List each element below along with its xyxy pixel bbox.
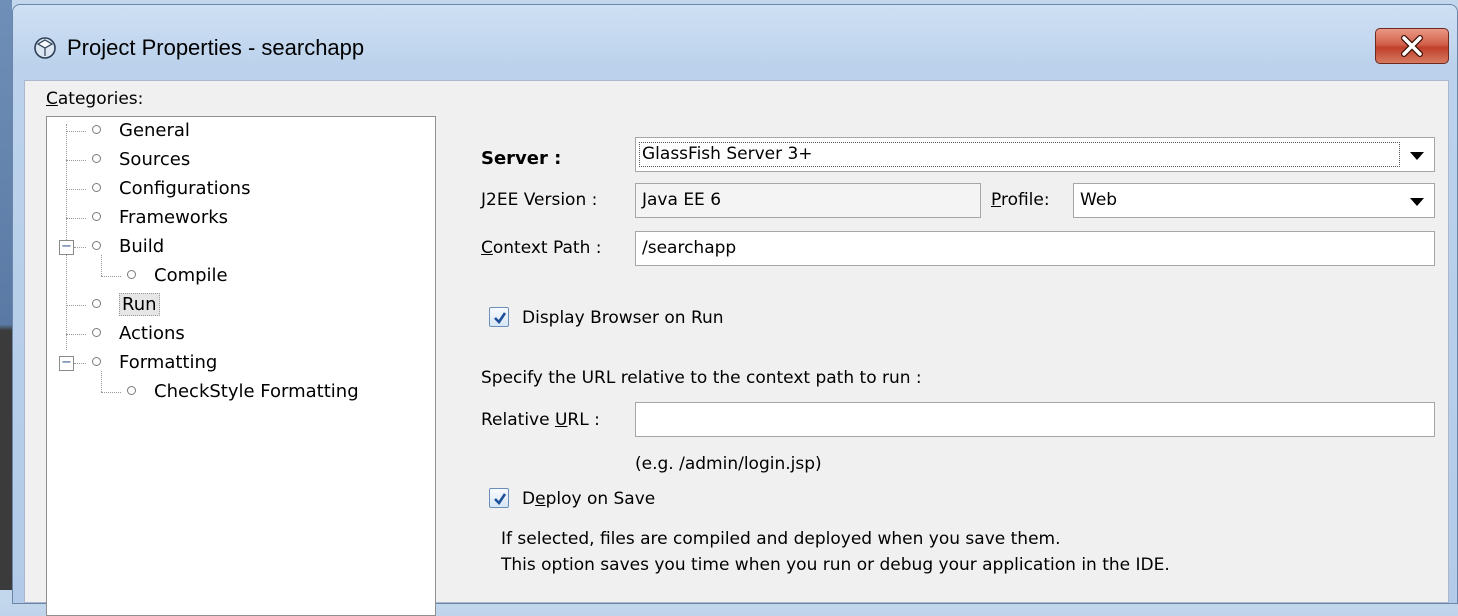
tree-connector [66, 189, 86, 190]
node-icon [92, 240, 101, 250]
tree-connector [66, 124, 67, 350]
collapse-formatting-toggle[interactable]: − [59, 356, 74, 371]
category-label: Build [119, 236, 165, 257]
profile-label: Profile: [991, 190, 1050, 210]
display-browser-label[interactable]: Display Browser on Run [522, 308, 724, 328]
deploy-label-pre: D [522, 489, 536, 509]
category-label: Configurations [119, 178, 251, 199]
category-general[interactable]: General [92, 117, 190, 145]
categories-tree[interactable]: − − General Sources Configurations Frame… [46, 116, 436, 616]
category-frameworks[interactable]: Frameworks [92, 204, 228, 232]
deploy-note-line1: If selected, files are compiled and depl… [501, 529, 1061, 549]
node-icon [92, 153, 101, 163]
relative-url-example: (e.g. /admin/login.jsp) [635, 454, 822, 474]
context-path-label: Context Path : [481, 238, 601, 258]
tree-connector [66, 131, 86, 132]
tree-connector [101, 392, 121, 393]
category-label: Run [119, 293, 160, 316]
relative-url-label-post: RL : [567, 410, 600, 430]
context-label-text: ontext Path : [492, 238, 602, 258]
tree-connector [66, 334, 86, 335]
category-build[interactable]: Build [92, 233, 164, 261]
category-compile[interactable]: Compile [127, 262, 228, 290]
tree-connector [66, 305, 86, 306]
close-button[interactable] [1375, 28, 1449, 64]
category-label: CheckStyle Formatting [154, 381, 359, 402]
node-icon [92, 298, 101, 308]
relative-url-label: Relative URL : [481, 410, 600, 430]
categories-mnemonic: C [46, 89, 58, 109]
node-icon [92, 182, 101, 192]
cube-icon [34, 37, 56, 59]
checkmark-icon [494, 312, 507, 325]
tree-connector [66, 218, 86, 219]
category-run[interactable]: Run [92, 291, 160, 319]
chevron-down-icon [1410, 198, 1424, 206]
tree-connector [101, 276, 121, 277]
window-title: Project Properties - searchapp [67, 35, 365, 60]
dialog-content: Categories: − − General Sources Configur… [24, 80, 1449, 616]
category-actions[interactable]: Actions [92, 320, 185, 348]
collapse-build-toggle[interactable]: − [59, 240, 74, 255]
category-sources[interactable]: Sources [92, 146, 190, 174]
relative-url-input[interactable] [635, 402, 1435, 437]
node-icon [127, 269, 136, 279]
category-label: Sources [119, 149, 191, 170]
deploy-on-save-checkbox[interactable] [489, 488, 509, 508]
relative-url-mnemonic: U [554, 410, 568, 430]
node-icon [127, 385, 136, 395]
profile-label-text: rofile: [1000, 190, 1050, 210]
category-label: General [119, 120, 190, 141]
close-icon [1401, 35, 1423, 57]
node-icon [92, 356, 101, 366]
context-path-input[interactable]: /searchapp [635, 231, 1435, 266]
deploy-note-line2: This option saves you time when you run … [501, 555, 1170, 575]
server-select[interactable]: GlassFish Server 3+ [635, 137, 1435, 172]
category-configurations[interactable]: Configurations [92, 175, 250, 203]
j2ee-version-label: J2EE Version : [481, 190, 598, 210]
category-checkstyle-formatting[interactable]: CheckStyle Formatting [127, 378, 359, 406]
chevron-down-icon [1410, 152, 1424, 160]
deploy-label-post: ploy on Save [545, 489, 656, 509]
node-icon [92, 327, 101, 337]
display-browser-checkbox[interactable] [489, 307, 509, 327]
category-label: Frameworks [119, 207, 229, 228]
tree-connector [66, 160, 86, 161]
node-icon [92, 124, 101, 134]
specify-url-text: Specify the URL relative to the context … [481, 368, 922, 388]
tree-connector [74, 247, 86, 248]
focus-indicator [639, 142, 1400, 167]
category-label: Formatting [119, 352, 218, 373]
profile-select[interactable]: Web [1073, 183, 1435, 218]
category-label: Compile [154, 265, 228, 286]
project-properties-dialog: Project Properties - searchapp Categorie… [12, 4, 1458, 616]
server-label: Server : [481, 148, 562, 169]
node-icon [92, 211, 101, 221]
category-formatting[interactable]: Formatting [92, 349, 217, 377]
relative-url-label-pre: Relative [481, 410, 555, 430]
profile-value: Web [1080, 190, 1118, 210]
deploy-mnemonic: e [535, 489, 546, 509]
desktop-backdrop [0, 0, 12, 590]
deploy-on-save-label[interactable]: Deploy on Save [522, 489, 655, 509]
j2ee-version-field: Java EE 6 [635, 183, 981, 218]
context-mnemonic: C [481, 238, 493, 258]
checkmark-icon [494, 493, 507, 506]
categories-label: Categories: [46, 89, 143, 109]
tree-connector [74, 363, 86, 364]
category-label: Actions [119, 323, 185, 344]
categories-label-text: ategories: [57, 89, 144, 109]
title-bar[interactable]: Project Properties - searchapp [13, 5, 1457, 75]
profile-mnemonic: P [991, 190, 1001, 210]
